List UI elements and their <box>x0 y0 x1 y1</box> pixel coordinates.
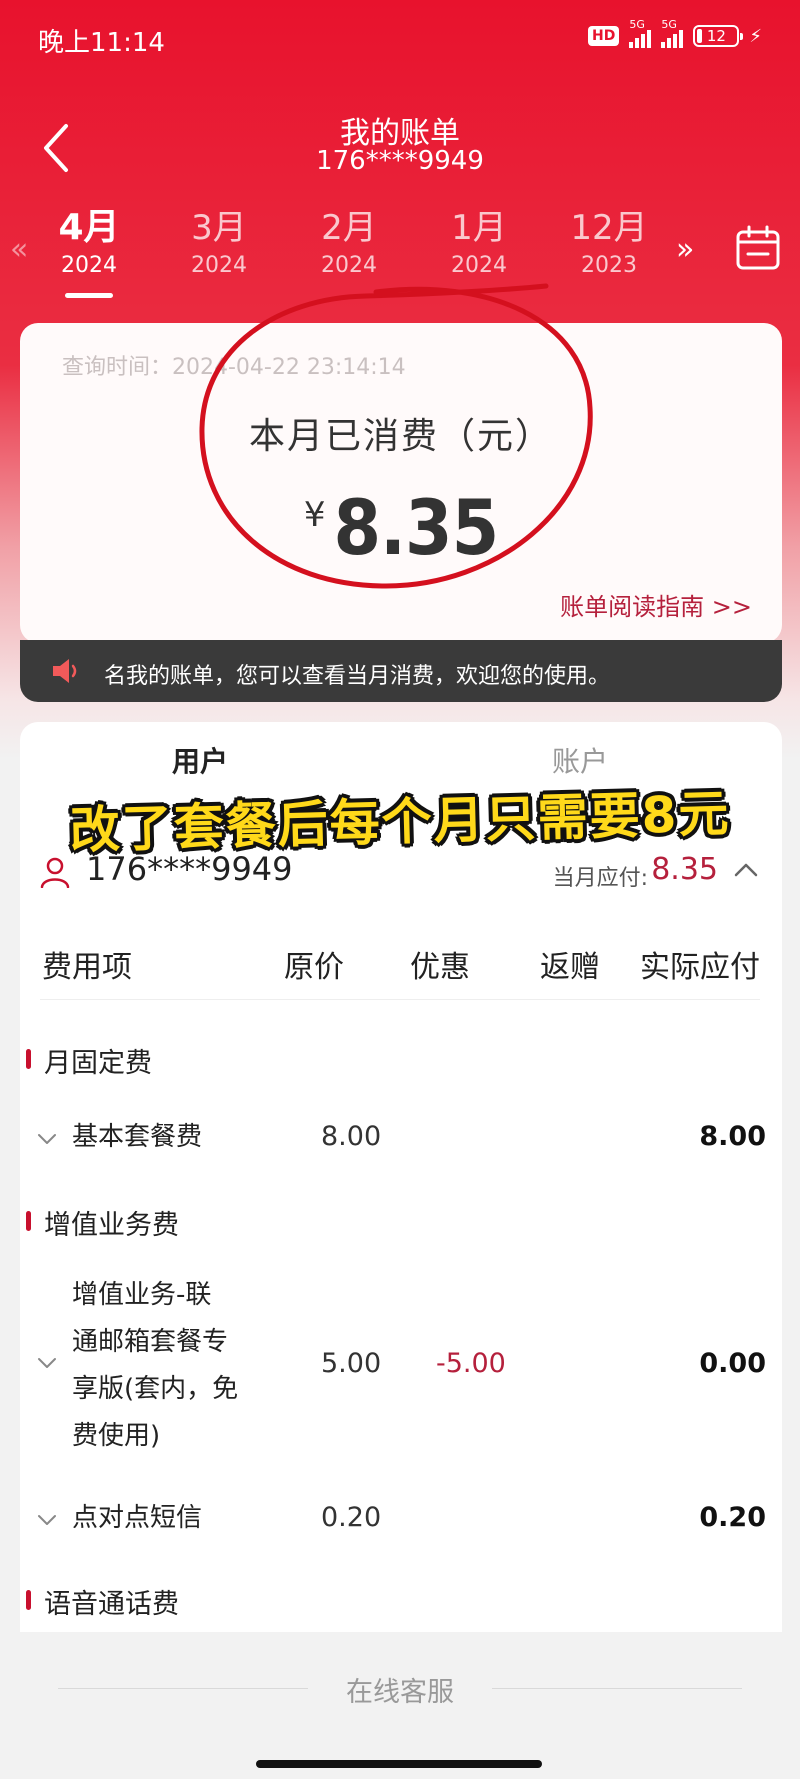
user-row: 176****9949 当月应付: 8.35 <box>40 850 760 896</box>
tab-user[interactable]: 用户 <box>20 740 380 780</box>
month-label: 1月 <box>451 208 507 248</box>
currency-symbol: ¥ <box>303 495 326 535</box>
fee-name-line: 通邮箱套餐专 <box>72 1327 229 1357</box>
col-header-discount: 优惠 <box>410 950 470 985</box>
status-indicators: HD 5G 5G 12 ⚡ <box>588 18 762 48</box>
chevron-down-icon <box>38 1358 56 1368</box>
user-icon <box>40 857 70 888</box>
month-tab-dec-2023[interactable]: 12月 2023 <box>544 205 674 281</box>
month-label: 12月 <box>570 208 648 248</box>
due-label: 当月应付: <box>552 866 648 891</box>
user-phone: 176****9949 <box>86 850 293 888</box>
fee-original: 5.00 <box>321 1348 382 1379</box>
page-subtitle-phone: 176****9949 <box>316 146 484 176</box>
signal-icon-1: 5G <box>629 18 652 48</box>
col-header-original: 原价 <box>284 950 344 985</box>
month-tab-feb-2024[interactable]: 2月 2024 <box>284 205 414 281</box>
table-row[interactable]: 点对点短信 0.20 0.20 <box>36 1495 766 1545</box>
online-service-button[interactable]: 在线客服 <box>0 1670 800 1709</box>
signal-icon-2: 5G <box>661 18 684 48</box>
chevron-down-icon <box>38 1515 56 1525</box>
calendar-icon <box>736 225 780 270</box>
chevron-down-icon <box>38 1134 56 1144</box>
fee-actual: 0.00 <box>699 1348 766 1379</box>
month-tabs: 4月 2024 3月 2024 2月 2024 1月 2024 12月 2023 <box>24 205 674 305</box>
notice-text: 名我的账单，您可以查看当月消费，欢迎您的使用。 <box>104 664 611 689</box>
charging-icon: ⚡ <box>749 25 762 47</box>
signal-label-1: 5G <box>629 18 645 31</box>
fee-actual: 8.00 <box>699 1121 766 1152</box>
section-title: 语音通话费 <box>26 1582 179 1621</box>
fee-name-line: 享版(套内，免 <box>72 1374 239 1404</box>
consumed-amount: ¥8.35 <box>20 483 782 572</box>
notice-bar: 名我的账单，您可以查看当月消费，欢迎您的使用。 <box>20 640 782 702</box>
table-header: 费用项 原价 优惠 返赠 实际应付 <box>40 938 760 1000</box>
year-label: 2024 <box>321 253 377 278</box>
active-tab-indicator <box>65 293 113 298</box>
consumed-label: 本月已消费（元） <box>248 416 553 457</box>
year-label: 2024 <box>191 253 247 278</box>
year-label: 2024 <box>451 253 507 278</box>
month-tab-jan-2024[interactable]: 1月 2024 <box>414 205 544 281</box>
section-title: 月固定费 <box>26 1041 152 1080</box>
year-label: 2023 <box>581 253 637 278</box>
fee-name: 基本套餐费 <box>72 1122 203 1152</box>
footer: 在线客服 <box>0 1640 800 1740</box>
bill-guide-link[interactable]: 账单阅读指南 >> <box>560 587 752 622</box>
month-label: 2月 <box>321 208 377 248</box>
fee-name-line: 费使用) <box>72 1421 161 1451</box>
fee-name: 点对点短信 <box>72 1503 203 1533</box>
status-bar: 晚上11:14 HD 5G 5G 12 ⚡ <box>0 0 800 80</box>
fee-original: 8.00 <box>321 1121 382 1152</box>
month-label: 4月 <box>58 207 120 248</box>
section-title: 增值业务费 <box>26 1203 179 1242</box>
battery-icon: 12 <box>693 25 744 47</box>
fee-actual: 0.20 <box>699 1502 766 1533</box>
fee-name-line: 增值业务-联 <box>72 1280 212 1310</box>
fee-original: 0.20 <box>321 1502 382 1533</box>
hd-badge: HD <box>588 26 620 46</box>
home-indicator[interactable] <box>256 1760 542 1768</box>
fee-discount: -5.00 <box>436 1348 506 1379</box>
table-row[interactable]: 增值业务-联 通邮箱套餐专 享版(套内，免 费使用) 5.00 -5.00 0.… <box>36 1272 766 1464</box>
chevron-up-icon[interactable] <box>732 858 760 882</box>
col-header-rebate: 返赠 <box>540 950 600 985</box>
status-time: 晚上11:14 <box>38 28 165 58</box>
table-row[interactable]: 基本套餐费 8.00 8.00 <box>36 1114 766 1164</box>
speaker-icon <box>53 659 77 683</box>
query-time: 查询时间：2024-04-22 23:14:14 <box>62 355 406 380</box>
calendar-button[interactable] <box>734 224 782 272</box>
month-tab-mar-2024[interactable]: 3月 2024 <box>154 205 284 281</box>
month-next-arrow-icon[interactable]: » <box>676 232 694 267</box>
signal-label-2: 5G <box>661 18 677 31</box>
month-tab-apr-2024[interactable]: 4月 2024 <box>24 205 154 298</box>
battery-level: 12 <box>706 27 726 45</box>
bill-summary-card: 查询时间：2024-04-22 23:14:14 本月已消费（元） ¥8.35 … <box>20 323 782 643</box>
consumed-value: 8.35 <box>333 483 499 572</box>
due-amount: 8.35 <box>651 852 718 887</box>
col-header-actual: 实际应付 <box>640 950 760 985</box>
month-label: 3月 <box>191 208 247 248</box>
year-label: 2024 <box>61 253 117 278</box>
col-header-item: 费用项 <box>42 950 132 985</box>
